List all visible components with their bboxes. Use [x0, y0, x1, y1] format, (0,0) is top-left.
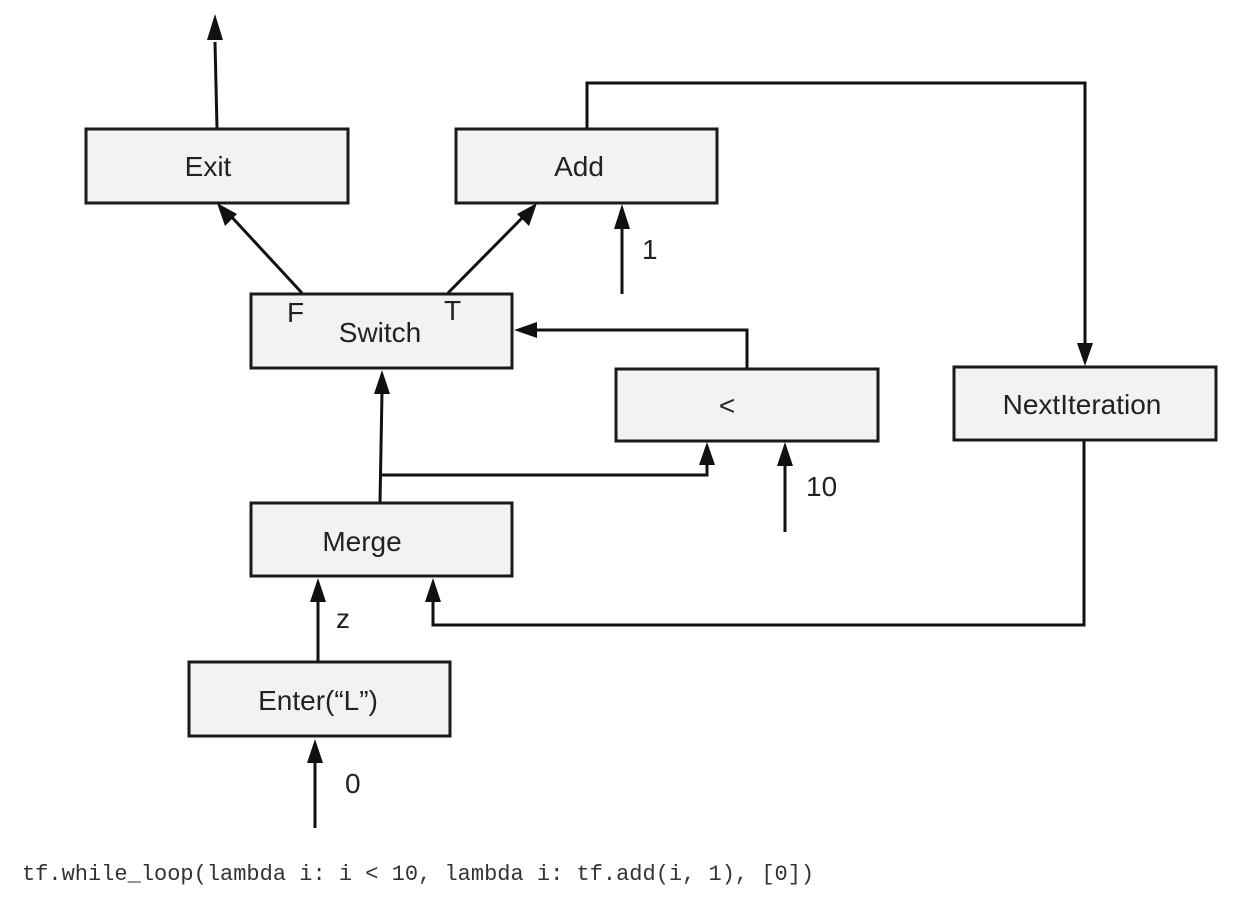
arrowhead-icon	[217, 203, 237, 226]
switch-port-true: T	[444, 295, 461, 326]
edge-label-one: 1	[642, 234, 658, 265]
node-enter: Enter(“L”)	[187, 660, 452, 738]
node-switch-label: Switch	[339, 317, 421, 348]
arrowhead-icon	[1077, 343, 1093, 366]
edge-merge-to-switch	[374, 370, 390, 504]
edge-constant-zero-to-enter	[307, 739, 323, 828]
arrowhead-icon	[777, 442, 793, 466]
edge-switch-true-to-add	[446, 203, 537, 295]
node-switch: Switch F T	[249, 292, 514, 370]
arrowhead-icon	[517, 203, 537, 226]
arrowhead-icon	[310, 578, 326, 602]
arrowhead-icon	[514, 322, 537, 338]
edge-merge-to-less	[381, 442, 715, 477]
arrowhead-icon	[374, 370, 390, 394]
arrowhead-icon	[207, 14, 223, 40]
node-nextiteration-label: NextIteration	[1003, 389, 1162, 420]
node-less: <	[614, 367, 880, 443]
node-nextiteration: NextIteration	[952, 365, 1218, 442]
node-exit-label: Exit	[185, 151, 232, 182]
node-merge: Merge	[249, 501, 514, 578]
code-caption: tf.while_loop(lambda i: i < 10, lambda i…	[22, 862, 815, 887]
node-exit: Exit	[84, 127, 350, 205]
switch-port-false: F	[287, 297, 304, 328]
node-add-label: Add	[554, 151, 604, 182]
arrowhead-icon	[614, 204, 630, 229]
edge-less-to-switch	[514, 322, 749, 368]
edge-constant-one-to-add	[614, 204, 630, 294]
arrowhead-icon	[699, 442, 715, 465]
arrowhead-icon	[307, 739, 323, 763]
node-merge-label: Merge	[322, 526, 401, 557]
edge-switch-false-to-exit	[217, 203, 304, 295]
arrowhead-icon	[425, 578, 441, 602]
edge-nextiteration-to-merge	[425, 441, 1086, 627]
edge-constant-ten-to-less	[777, 442, 793, 532]
node-less-label: <	[719, 390, 735, 421]
node-enter-label: Enter(“L”)	[258, 685, 378, 716]
edge-label-z: z	[336, 603, 350, 634]
edge-enter-to-merge	[310, 578, 326, 662]
edge-add-to-nextiteration	[585, 81, 1093, 366]
edge-label-zero: 0	[345, 768, 361, 799]
edge-exit-output	[207, 14, 223, 129]
control-flow-diagram: 1 10 z 0 Exit Add Switch F T < NextItera…	[84, 14, 1218, 828]
edge-label-ten: 10	[806, 471, 837, 502]
node-add: Add	[454, 127, 719, 205]
